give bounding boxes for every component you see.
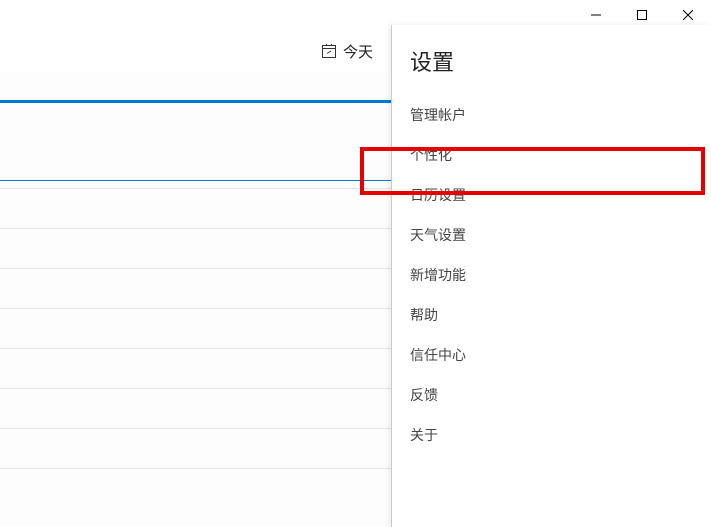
settings-item-calendar-settings[interactable]: 日历设置 bbox=[392, 175, 711, 215]
settings-item-label: 日历设置 bbox=[410, 185, 466, 205]
app-window: 今天 设置 管理帐户 个性化 日历设置 天气设置 新增功能 帮助 信任中心 反馈… bbox=[0, 0, 711, 527]
settings-item-whats-new[interactable]: 新增功能 bbox=[392, 255, 711, 295]
settings-item-label: 关于 bbox=[410, 425, 438, 445]
settings-item-weather-settings[interactable]: 天气设置 bbox=[392, 215, 711, 255]
settings-item-manage-accounts[interactable]: 管理帐户 bbox=[392, 95, 711, 135]
settings-item-feedback[interactable]: 反馈 bbox=[392, 375, 711, 415]
settings-item-label: 信任中心 bbox=[410, 345, 466, 365]
settings-panel: 设置 管理帐户 个性化 日历设置 天气设置 新增功能 帮助 信任中心 反馈 关于 bbox=[391, 25, 711, 527]
today-label: 今天 bbox=[343, 41, 373, 62]
calendar-today-icon bbox=[321, 43, 337, 59]
today-button[interactable]: 今天 bbox=[313, 37, 381, 66]
settings-item-trust-center[interactable]: 信任中心 bbox=[392, 335, 711, 375]
settings-title: 设置 bbox=[392, 37, 711, 95]
settings-item-label: 帮助 bbox=[410, 305, 438, 325]
settings-item-label: 反馈 bbox=[410, 385, 438, 405]
settings-item-label: 个性化 bbox=[410, 145, 452, 165]
minimize-icon bbox=[591, 10, 601, 20]
settings-item-personalization[interactable]: 个性化 bbox=[392, 135, 711, 175]
settings-item-help[interactable]: 帮助 bbox=[392, 295, 711, 335]
settings-item-label: 管理帐户 bbox=[410, 105, 466, 125]
settings-item-about[interactable]: 关于 bbox=[392, 415, 711, 455]
maximize-icon bbox=[637, 10, 647, 20]
close-icon bbox=[683, 10, 693, 20]
settings-item-label: 天气设置 bbox=[410, 225, 466, 245]
settings-item-label: 新增功能 bbox=[410, 265, 466, 285]
